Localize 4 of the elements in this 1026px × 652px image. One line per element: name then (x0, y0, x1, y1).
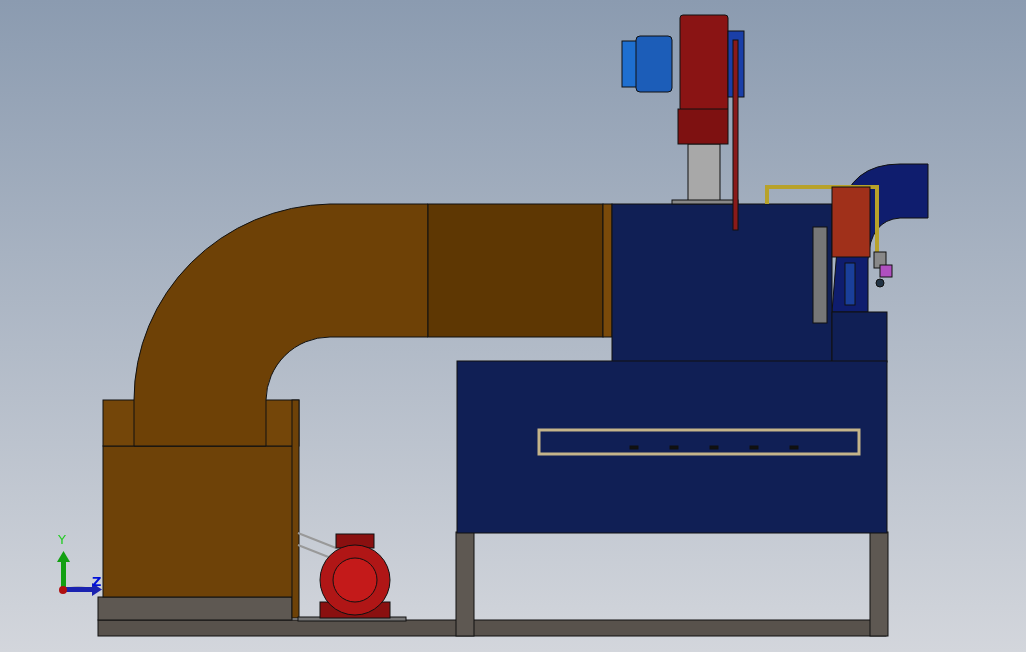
axis-triad-icon (57, 551, 102, 596)
axis-label: Y (58, 532, 66, 547)
axis-label: Z (92, 574, 102, 589)
model-viewport[interactable]: Y Z (0, 0, 1026, 652)
